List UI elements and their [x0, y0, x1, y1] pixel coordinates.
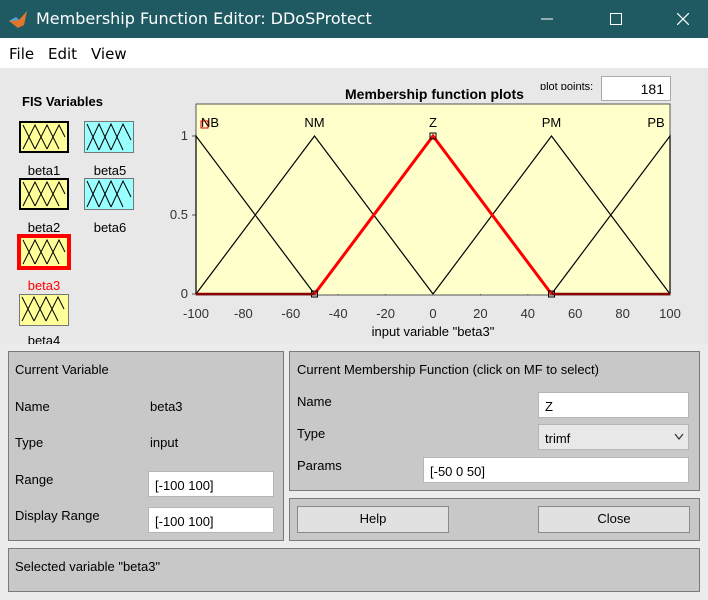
mf-params-input[interactable]: [-50 0 50] [423, 457, 689, 483]
current-mf-heading: Current Membership Function (click on MF… [297, 362, 599, 377]
current-mf-panel: Current Membership Function (click on MF… [289, 351, 700, 491]
x-axis-label: input variable "beta3" [372, 324, 495, 339]
x-tick-label: -20 [376, 306, 395, 321]
name-label: Name [15, 399, 50, 414]
mf-type-label: Type [297, 426, 326, 441]
current-variable-panel: Current Variable Name beta3 Type input R… [8, 351, 284, 541]
x-tick-label: -100 [183, 306, 209, 321]
x-tick-label: -40 [329, 306, 348, 321]
mf-name-input[interactable]: Z [538, 392, 689, 418]
chevron-down-icon [674, 433, 684, 440]
help-button[interactable]: Help [297, 506, 449, 533]
y-tick-label: 0.5 [170, 207, 188, 222]
mf-type-value: trimf [545, 431, 571, 446]
variable-type-value: input [150, 435, 179, 450]
x-tick-label: 0 [429, 306, 436, 321]
button-panel: Help Close [289, 498, 700, 541]
mf-label: Z [429, 115, 437, 130]
x-tick-label: 80 [615, 306, 629, 321]
membership-function-plot[interactable]: -100 -80 -60 -40 -20 0 20 40 60 80 10000.51 NB NM PM… [0, 0, 708, 344]
display-range-input[interactable]: [-100 100] [148, 507, 274, 533]
y-tick-label: 1 [181, 128, 188, 143]
close-button[interactable]: Close [538, 506, 690, 533]
x-tick-label: 100 [659, 306, 681, 321]
mf-label: NM [304, 115, 324, 130]
x-tick-label: 20 [473, 306, 487, 321]
range-input[interactable]: [-100 100] [148, 471, 274, 497]
range-label: Range [15, 472, 54, 487]
y-tick-label: 0 [181, 286, 188, 301]
variable-name-value: beta3 [150, 399, 183, 414]
x-tick-label: 60 [568, 306, 582, 321]
x-tick-label: -80 [234, 306, 253, 321]
mf-label: PM [542, 115, 562, 130]
display-range-label: Display Range [15, 508, 100, 523]
mf-params-label: Params [297, 458, 342, 473]
current-variable-heading: Current Variable [15, 362, 109, 377]
type-label: Type [15, 435, 44, 450]
x-tick-label: 40 [521, 306, 535, 321]
status-text: Selected variable "beta3" [15, 559, 161, 574]
mf-label: PB [647, 115, 664, 130]
x-tick-label: -60 [281, 306, 300, 321]
mf-type-select[interactable]: trimf [538, 424, 689, 450]
mf-name-label: Name [297, 394, 332, 409]
status-panel: Selected variable "beta3" [8, 548, 700, 592]
